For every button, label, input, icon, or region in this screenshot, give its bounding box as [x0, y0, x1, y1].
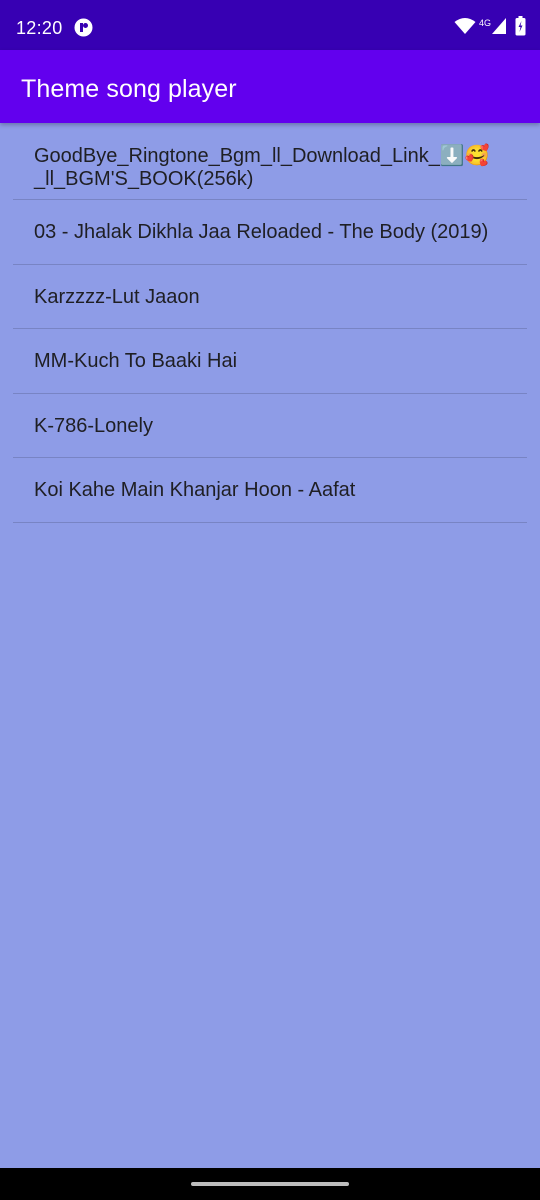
battery-icon [515, 15, 526, 41]
song-list-item[interactable]: MM-Kuch To Baaki Hai [13, 329, 527, 394]
cell-signal-icon [491, 17, 507, 40]
status-icons: 4G [454, 15, 526, 41]
song-title: Koi Kahe Main Khanjar Hoon - Aafat [34, 479, 356, 501]
song-list: GoodBye_Ringtone_Bgm_ll_Download_Link_⬇️… [13, 135, 527, 523]
wifi-icon [454, 17, 476, 40]
app-bar: Theme song player [0, 50, 540, 123]
navigation-bar [0, 1168, 540, 1200]
network-type-label: 4G [478, 18, 491, 28]
song-title: MM-Kuch To Baaki Hai [34, 350, 238, 372]
song-list-item[interactable]: Koi Kahe Main Khanjar Hoon - Aafat [13, 458, 527, 523]
status-bar: 12:20 4G [0, 0, 540, 50]
song-title: K-786-Lonely [34, 414, 153, 437]
app-title: Theme song player [21, 75, 237, 103]
app-notification-icon [74, 18, 93, 37]
song-title: Karzzzz-Lut Jaaon [34, 285, 200, 308]
song-list-item[interactable]: 03 - Jhalak Dikhla Jaa Reloaded - The Bo… [13, 200, 527, 265]
song-title: GoodBye_Ringtone_Bgm_ll_Download_Link_⬇️… [34, 145, 490, 190]
song-list-item[interactable]: K-786-Lonely [13, 394, 527, 458]
home-gesture-handle[interactable] [191, 1182, 349, 1186]
status-time: 12:20 [16, 18, 63, 38]
song-title: 03 - Jhalak Dikhla Jaa Reloaded - The Bo… [34, 221, 489, 243]
song-list-item[interactable]: GoodBye_Ringtone_Bgm_ll_Download_Link_⬇️… [13, 135, 527, 200]
song-list-item[interactable]: Karzzzz-Lut Jaaon [13, 265, 527, 329]
